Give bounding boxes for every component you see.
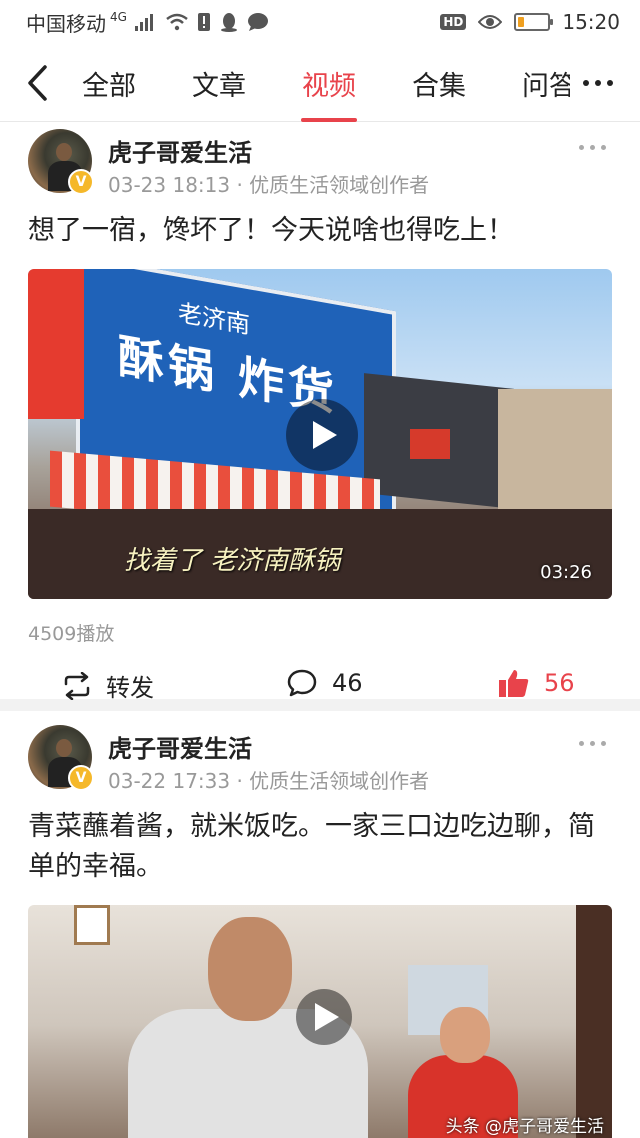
- battery-fill: [518, 17, 524, 27]
- back-button[interactable]: [22, 64, 52, 102]
- tab-label: 全部: [82, 70, 136, 102]
- tab-label: 文章: [192, 70, 246, 102]
- tab-bar: 全部 文章 视频 合集 问答: [70, 44, 570, 122]
- tab-all[interactable]: 全部: [70, 44, 164, 122]
- watermark: 头条 @虎子哥爱生活: [445, 1117, 604, 1137]
- like-count: 56: [544, 669, 575, 697]
- eye-icon: [478, 14, 503, 30]
- network-type: 4G: [110, 10, 127, 24]
- post-card: V 虎子哥爱生活 03-23 18:13 · 优质生活领域创作者 想了一宿，馋坏…: [0, 123, 640, 702]
- play-icon[interactable]: [286, 399, 358, 471]
- post-more-icon[interactable]: [579, 741, 606, 746]
- post-more-icon[interactable]: [579, 145, 606, 150]
- more-dots-icon[interactable]: [576, 68, 620, 98]
- post-meta: 03-23 18:13 · 优质生活领域创作者: [108, 173, 430, 197]
- status-bar: 中国移动 4G HD 15:20: [0, 0, 640, 44]
- share-label: 转发: [106, 674, 154, 702]
- share-button[interactable]: 转发: [62, 668, 154, 703]
- status-right: HD 15:20: [440, 10, 620, 34]
- qq-icon: [219, 12, 239, 32]
- message-icon: [247, 12, 269, 32]
- post-header: V 虎子哥爱生活 03-23 18:13 · 优质生活领域创作者: [0, 123, 640, 199]
- sign-red-left: [28, 269, 84, 419]
- thumbs-up-icon: [499, 670, 529, 697]
- video-subtitle: 找着了 老济南酥锅: [124, 546, 341, 576]
- sign-red-small: [410, 429, 450, 459]
- tab-header: 全部 文章 视频 合集 问答: [0, 44, 640, 122]
- share-repost-icon: [64, 671, 90, 700]
- author-name[interactable]: 虎子哥爱生活: [108, 133, 252, 168]
- post-text[interactable]: 青菜蘸着酱，就米饭吃。一家三口边吃边聊，简单的幸福。: [0, 795, 640, 887]
- comment-bubble-icon: [287, 669, 317, 697]
- tab-collections[interactable]: 合集: [384, 44, 494, 122]
- alert-icon: [197, 12, 211, 32]
- post-actions: 转发 46 56: [0, 654, 640, 718]
- man-head: [208, 917, 292, 1021]
- tab-videos[interactable]: 视频: [274, 44, 384, 122]
- verified-icon: V: [68, 765, 94, 791]
- tab-articles[interactable]: 文章: [164, 44, 274, 122]
- tab-label: 合集: [412, 70, 466, 102]
- feed: V 虎子哥爱生活 03-23 18:13 · 优质生活领域创作者 想了一宿，馋坏…: [0, 123, 640, 1138]
- play-count: 4509播放: [28, 623, 115, 645]
- clock: 15:20: [562, 10, 620, 34]
- wifi-icon: [165, 13, 189, 31]
- tab-label: 问答: [522, 70, 570, 102]
- child-head: [440, 1007, 490, 1063]
- author-name[interactable]: 虎子哥爱生活: [108, 729, 252, 764]
- post-header: V 虎子哥爱生活 03-22 17:33 · 优质生活领域创作者: [0, 719, 640, 795]
- wall-frame: [74, 905, 110, 945]
- comment-count: 46: [332, 669, 363, 697]
- battery-icon: [514, 13, 554, 31]
- post-meta: 03-22 17:33 · 优质生活领域创作者: [108, 769, 430, 793]
- post-card: V 虎子哥爱生活 03-22 17:33 · 优质生活领域创作者 青菜蘸着酱，就…: [0, 719, 640, 1138]
- like-button[interactable]: 56: [498, 668, 575, 698]
- tabs-viewport: 全部 文章 视频 合集 问答: [70, 44, 570, 122]
- verified-icon: V: [68, 169, 94, 195]
- back-arrow-icon: [28, 65, 47, 101]
- video-thumbnail[interactable]: 头条 @虎子哥爱生活: [28, 905, 612, 1138]
- tab-qa[interactable]: 问答: [494, 44, 570, 122]
- status-left: 中国移动 4G: [26, 8, 269, 37]
- comment-button[interactable]: 46: [286, 668, 363, 698]
- hd-badge: HD: [440, 14, 467, 30]
- video-thumbnail[interactable]: 老济南 酥锅 炸货 找着了 老济南酥锅 03:26: [28, 269, 612, 599]
- post-text[interactable]: 想了一宿，馋坏了！今天说啥也得吃上！: [0, 199, 640, 251]
- play-icon[interactable]: [296, 989, 352, 1045]
- cabinet: [576, 905, 612, 1138]
- signal-icon: [134, 13, 157, 31]
- carrier-label: 中国移动: [26, 11, 106, 36]
- video-duration: 03:26: [540, 562, 592, 583]
- tab-label: 视频: [302, 70, 356, 102]
